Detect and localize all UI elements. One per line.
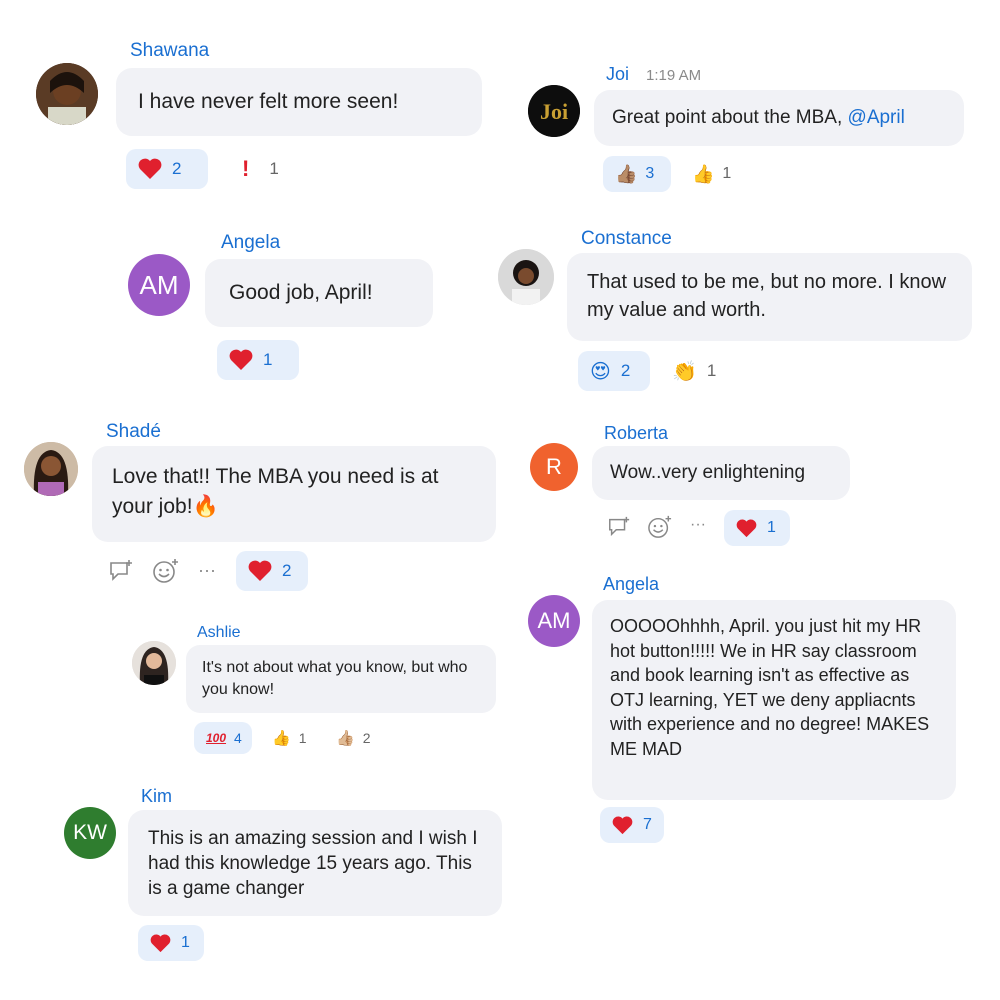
heart-eyes-icon: 😍 (590, 360, 611, 383)
message-text: It's not about what you know, but who yo… (202, 659, 468, 698)
reaction-clap[interactable]: 👏 1 (660, 351, 730, 391)
avatar[interactable] (36, 63, 98, 125)
avatar[interactable]: AM (128, 254, 190, 316)
heart-icon (229, 349, 253, 370)
reaction-count: 4 (234, 730, 242, 746)
avatar[interactable] (132, 641, 176, 685)
reaction-heart[interactable]: 1 (217, 340, 299, 380)
thumbs-up-icon: 👍🏼 (336, 730, 355, 747)
sender-name[interactable]: Shadé (106, 421, 161, 443)
reaction-count: 2 (362, 730, 371, 746)
more-icon[interactable]: ··· (690, 516, 706, 534)
svg-text:Joi: Joi (540, 99, 568, 124)
reaction-heart[interactable]: 1 (724, 510, 790, 546)
reaction-count: 2 (620, 361, 631, 380)
heart-icon (138, 158, 162, 179)
message-bubble: OOOOOhhhh, April. you just hit my HR hot… (592, 600, 956, 800)
reaction-count: 1 (767, 519, 776, 536)
sender-name[interactable]: Constance (581, 228, 672, 250)
thumbs-up-icon: 👍 (692, 163, 715, 184)
hundred-icon: 100 (206, 731, 227, 745)
sender-name[interactable]: Shawana (130, 40, 209, 62)
avatar-initials: AM (537, 608, 571, 633)
reaction-count: 2 (172, 159, 182, 178)
message-bubble: Love that!! The MBA you need is at your … (92, 446, 496, 542)
heart-icon (612, 816, 633, 834)
add-emoji-icon[interactable] (152, 558, 180, 589)
message-bubble: Good job, April! (205, 259, 433, 327)
message-text: I have never felt more seen! (138, 90, 399, 113)
heart-icon (736, 519, 757, 537)
message-bubble: That used to be me, but no more. I know … (567, 253, 972, 341)
sender-name: Joi 1:19 AM (606, 64, 701, 85)
reaction-exclamation[interactable]: ! 1 (230, 149, 300, 189)
sender-name[interactable]: Ashlie (197, 624, 241, 642)
message-bubble: This is an amazing session and I wish I … (128, 810, 502, 916)
reaction-count: 1 (298, 730, 307, 746)
sender-name[interactable]: Roberta (604, 423, 668, 444)
avatar-initials: R (546, 454, 562, 479)
avatar-initials: KW (73, 821, 107, 844)
reaction-heart[interactable]: 1 (138, 925, 204, 961)
add-emoji-icon[interactable] (647, 515, 673, 544)
sender-name[interactable]: Angela (221, 232, 280, 254)
heart-icon (150, 934, 171, 952)
reply-icon[interactable] (607, 515, 631, 544)
reaction-count: 2 (282, 561, 292, 580)
reaction-thumbs-up-tan[interactable]: 👍🏽 3 (603, 156, 671, 192)
message-text: Good job, April! (229, 281, 373, 304)
reply-icon[interactable] (108, 558, 134, 589)
message-text: Love that!! The MBA you need is at your … (112, 465, 439, 518)
reaction-heart[interactable]: 2 (126, 149, 208, 189)
message-bubble: Great point about the MBA, @April (594, 90, 964, 146)
avatar[interactable]: KW (64, 807, 116, 859)
reaction-count: 1 (263, 350, 273, 369)
sender-name[interactable]: Kim (141, 786, 172, 807)
message-text: OOOOOhhhh, April. you just hit my HR hot… (610, 616, 930, 759)
message-text: Great point about the MBA, (612, 107, 848, 128)
heart-icon (248, 560, 272, 581)
thumbs-up-icon: 👍🏽 (615, 163, 638, 184)
exclamation-icon: ! (242, 156, 250, 181)
clap-icon: 👏 (672, 360, 697, 383)
reaction-heart-eyes[interactable]: 😍 2 (578, 351, 650, 391)
timestamp: 1:19 AM (646, 67, 702, 84)
avatar[interactable]: R (530, 443, 578, 491)
reaction-count: 1 (722, 165, 732, 182)
message-bubble: Wow..very enlightening (592, 446, 850, 500)
sender-name-text[interactable]: Joi (606, 64, 629, 84)
reaction-count: 3 (645, 165, 655, 182)
avatar[interactable] (24, 442, 78, 496)
reaction-thumbs-up-tan[interactable]: 👍🏼 2 (324, 722, 386, 754)
message-text: That used to be me, but no more. I know … (587, 271, 947, 321)
reaction-heart[interactable]: 7 (600, 807, 664, 843)
message-text: Wow..very enlightening (610, 462, 806, 483)
reaction-thumbs-up[interactable]: 👍 1 (260, 722, 318, 754)
message-bubble: It's not about what you know, but who yo… (186, 645, 496, 713)
sender-name[interactable]: Angela (603, 574, 659, 595)
avatar[interactable]: AM (528, 595, 580, 647)
mention-link[interactable]: @April (848, 107, 905, 128)
reaction-count: 1 (706, 361, 717, 380)
avatar[interactable]: Joi (528, 85, 580, 137)
avatar[interactable] (498, 249, 554, 305)
message-bubble: I have never felt more seen! (116, 68, 482, 136)
message-text: This is an amazing session and I wish I … (148, 828, 478, 899)
more-icon[interactable]: ··· (198, 560, 216, 581)
reaction-hundred[interactable]: 100 4 (194, 722, 252, 754)
reaction-thumbs-up[interactable]: 👍 1 (680, 156, 744, 192)
thumbs-up-icon: 👍 (272, 730, 291, 747)
avatar-initials: AM (139, 269, 179, 300)
reaction-count: 1 (181, 934, 190, 951)
reaction-count: 1 (269, 159, 279, 178)
reaction-heart[interactable]: 2 (236, 551, 308, 591)
reaction-count: 7 (643, 816, 652, 833)
